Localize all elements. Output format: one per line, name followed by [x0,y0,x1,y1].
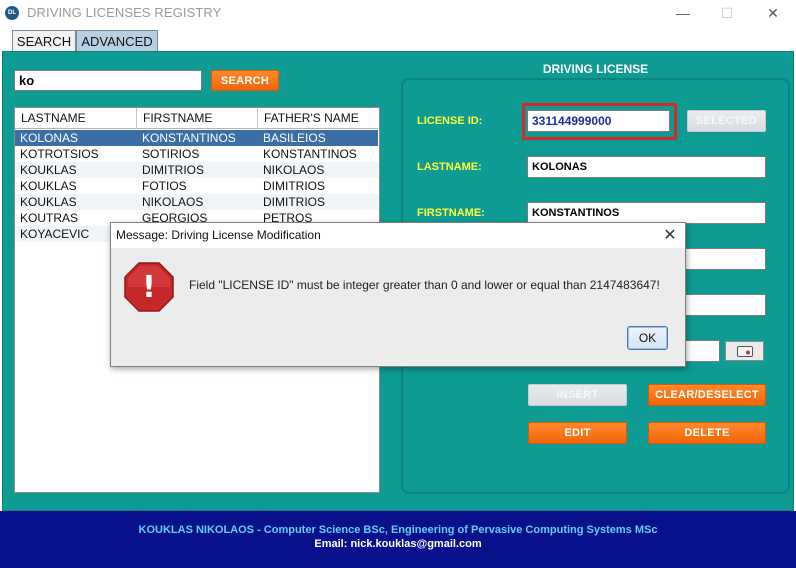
cell-lastname: KOTROTSIOS [20,147,99,161]
search-input[interactable] [14,70,202,91]
edit-button[interactable]: EDIT [528,422,627,444]
table-row[interactable]: KOUKLAS NIKOLAOS DIMITRIOS [15,194,378,210]
search-button[interactable]: SEARCH [211,70,279,91]
table-row[interactable]: KOLONAS KONSTANTINOS BASILEIOS [15,130,378,146]
selected-button[interactable]: SELECTED [687,110,766,132]
firstname-label: FIRSTNAME: [417,207,485,219]
ok-button[interactable]: OK [627,326,668,350]
cell-lastname: KOUTRAS [20,211,79,225]
delete-button[interactable]: DELETE [648,422,766,444]
cell-firstname: SOTIRIOS [142,147,200,161]
table-row[interactable]: KOUKLAS FOTIOS DIMITRIOS [15,178,378,194]
dialog-message: Field "LICENSE ID" must be integer great… [189,278,660,292]
cell-fathers-name: NIKOLAOS [263,163,325,177]
cell-fathers-name: BASILEIOS [263,131,326,145]
footer-email: Email: nick.kouklas@gmail.com [314,538,482,550]
clear-deselect-button[interactable]: CLEAR/DESELECT [648,384,766,406]
cell-lastname: KOUKLAS [20,195,77,209]
cell-lastname: KOLONAS [20,131,79,145]
calendar-button[interactable] [725,341,764,361]
cell-firstname: KONSTANTINOS [142,131,236,145]
error-glyph: ! [142,270,156,305]
maximize-button[interactable]: ☐ [704,0,750,26]
cell-lastname: KOUKLAS [20,179,77,193]
close-button[interactable]: ✕ [750,0,796,26]
calendar-icon [736,345,753,357]
column-header-firstname[interactable]: FIRSTNAME [137,108,258,129]
cell-lastname: KOUKLAS [20,163,77,177]
cell-lastname: KOYACEVIC [20,227,90,241]
cell-fathers-name: DIMITRIOS [263,179,325,193]
table-row[interactable]: KOUKLAS DIMITRIOS NIKOLAOS [15,162,378,178]
license-id-error-highlight [522,103,677,140]
cell-firstname: DIMITRIOS [142,163,204,177]
app-icon: DL [5,6,19,20]
cell-firstname: FOTIOS [142,179,187,193]
dialog-close-button[interactable]: ✕ [657,224,683,246]
form-title: DRIVING LICENSE [542,62,649,76]
cell-firstname: NIKOLAOS [142,195,204,209]
minimize-button[interactable]: — [660,0,706,26]
dialog-title: Message: Driving License Modification [116,228,321,242]
tab-advanced[interactable]: ADVANCED [76,30,158,52]
footer-credits: KOUKLAS NIKOLAOS - Computer Science BSc,… [138,524,658,536]
column-header-lastname[interactable]: LASTNAME [15,108,137,129]
license-id-label: LICENSE ID: [417,115,483,127]
lastname-label: LASTNAME: [417,161,482,173]
cell-fathers-name: DIMITRIOS [263,195,325,209]
table-row[interactable]: KOTROTSIOS SOTIRIOS KONSTANTINOS [15,146,378,162]
firstname-field[interactable] [527,202,766,224]
window-title: DRIVING LICENSES REGISTRY [27,5,222,20]
lastname-field[interactable] [527,156,766,178]
tab-search[interactable]: SEARCH [12,30,76,52]
column-header-fathers-name[interactable]: FATHER'S NAME [258,108,378,129]
error-icon: ! [124,262,174,312]
cell-fathers-name: KONSTANTINOS [263,147,357,161]
insert-button[interactable]: INSERT [528,384,627,406]
